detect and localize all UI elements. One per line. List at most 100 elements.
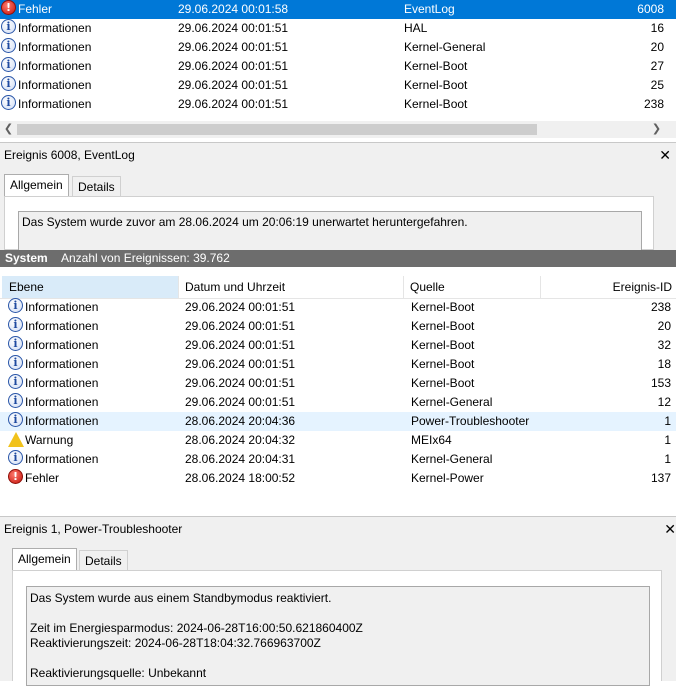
- event-id-cell: 12: [657, 395, 671, 409]
- info-icon: i: [1, 57, 16, 72]
- level-cell: Warnung: [25, 433, 74, 447]
- date-cell: 29.06.2024 00:01:51: [178, 59, 289, 73]
- scroll-left-icon[interactable]: ❮: [0, 121, 17, 138]
- description-line: Zeit im Energiesparmodus: 2024-06-28T16:…: [30, 621, 363, 635]
- table-row[interactable]: ! Warnung 28.06.2024 20:04:32 MEIx64 1: [0, 431, 676, 450]
- column-header-quelle[interactable]: Quelle: [404, 276, 541, 298]
- info-icon: i: [8, 450, 23, 465]
- table-row[interactable]: i Informationen 28.06.2024 20:04:36 Power-T…: [0, 412, 676, 431]
- date-cell: 28.06.2024 20:04:36: [185, 414, 296, 428]
- table-row[interactable]: i Informationen 29.06.2024 00:01:51 Kernel-…: [0, 95, 676, 114]
- date-cell: 29.06.2024 00:01:51: [185, 395, 296, 409]
- level-cell: Fehler: [25, 471, 60, 485]
- source-cell: Power-Troubleshooter: [411, 414, 530, 428]
- table-row[interactable]: i Informationen 29.06.2024 00:01:51 Kernel-…: [0, 393, 676, 412]
- date-cell: 29.06.2024 00:01:51: [178, 21, 289, 35]
- level-cell: Informationen: [25, 338, 99, 352]
- event-id-cell: 32: [657, 338, 671, 352]
- date-cell: 29.06.2024 00:01:51: [185, 338, 296, 352]
- warning-icon: !: [8, 432, 24, 447]
- level-cell: Fehler: [18, 2, 53, 16]
- main-event-list[interactable]: i Informationen 29.06.2024 00:01:51 Kernel-…: [0, 298, 676, 498]
- event-id-cell: 1: [664, 433, 671, 447]
- date-cell: 29.06.2024 00:01:51: [185, 319, 296, 333]
- table-row[interactable]: i Informationen 29.06.2024 00:01:51 Kernel-…: [0, 374, 676, 393]
- info-icon: i: [8, 393, 23, 408]
- tab-details[interactable]: Details: [72, 176, 121, 196]
- source-cell: Kernel-Boot: [411, 376, 475, 390]
- source-cell: Kernel-Boot: [404, 97, 468, 111]
- info-icon: i: [1, 19, 16, 34]
- log-name: System: [5, 251, 48, 265]
- date-cell: 29.06.2024 00:01:51: [185, 376, 296, 390]
- info-icon: i: [1, 76, 16, 91]
- detail-panel-header: Ereignis 1, Power-Troubleshooter ✕: [0, 516, 676, 541]
- date-cell: 29.06.2024 00:01:51: [178, 40, 289, 54]
- table-row[interactable]: i Informationen 29.06.2024 00:01:51 Kernel-…: [0, 38, 676, 57]
- source-cell: HAL: [404, 21, 428, 35]
- error-icon: !: [1, 0, 16, 15]
- scrollbar-thumb[interactable]: [17, 124, 537, 135]
- system-header-bar: System Anzahl von Ereignissen: 39.762: [0, 250, 676, 267]
- event-count: Anzahl von Ereignissen: 39.762: [61, 251, 230, 265]
- table-row[interactable]: i Informationen 29.06.2024 00:01:51 Kernel-…: [0, 57, 676, 76]
- level-cell: Informationen: [18, 59, 92, 73]
- table-row[interactable]: i Informationen 28.06.2024 20:04:31 Kernel-…: [0, 450, 676, 469]
- event-id-cell: 238: [643, 97, 664, 111]
- info-icon: i: [8, 317, 23, 332]
- table-row[interactable]: i Informationen 29.06.2024 00:01:51 Kernel-…: [0, 298, 676, 317]
- bottom-detail-panel: Ereignis 1, Power-Troubleshooter ✕ Allge…: [0, 516, 676, 686]
- level-cell: Informationen: [18, 21, 92, 35]
- column-header-datum[interactable]: Datum und Uhrzeit: [179, 276, 404, 298]
- event-id-cell: 238: [650, 300, 671, 314]
- info-icon: i: [8, 412, 23, 427]
- date-cell: 29.06.2024 00:01:51: [178, 78, 289, 92]
- source-cell: Kernel-Boot: [404, 78, 468, 92]
- date-cell: 28.06.2024 18:00:52: [185, 471, 296, 485]
- table-row[interactable]: i Informationen 29.06.2024 00:01:51 Kernel-…: [0, 355, 676, 374]
- source-cell: Kernel-General: [411, 395, 493, 409]
- info-icon: i: [8, 298, 23, 313]
- tab-details[interactable]: Details: [79, 550, 128, 570]
- level-cell: Informationen: [18, 78, 92, 92]
- source-cell: MEIx64: [411, 433, 452, 447]
- detail-panel-header: Ereignis 6008, EventLog ✕: [0, 142, 676, 167]
- tab-allgemein[interactable]: Allgemein: [4, 174, 69, 196]
- column-header-ebene[interactable]: Ebene: [2, 276, 179, 298]
- scroll-right-icon[interactable]: ❯: [648, 121, 665, 138]
- top-event-list[interactable]: ! Fehler 29.06.2024 00:01:58 EventLog 6008 i I…: [0, 0, 676, 121]
- level-cell: Informationen: [25, 395, 99, 409]
- source-cell: Kernel-Boot: [411, 319, 475, 333]
- source-cell: Kernel-Boot: [411, 300, 475, 314]
- top-horizontal-scrollbar[interactable]: ❮ ❯: [0, 121, 676, 138]
- table-row[interactable]: i Informationen 29.06.2024 00:01:51 Kernel-…: [0, 317, 676, 336]
- event-id-cell: 20: [650, 40, 664, 54]
- source-cell: Kernel-General: [411, 452, 493, 466]
- description-line: Reaktivierungszeit: 2024-06-28T18:04:32.…: [30, 636, 321, 650]
- table-row[interactable]: i Informationen 29.06.2024 00:01:51 Kernel-…: [0, 76, 676, 95]
- table-row[interactable]: ! Fehler 29.06.2024 00:01:58 EventLog 6008: [0, 0, 676, 19]
- info-icon: i: [8, 374, 23, 389]
- tab-allgemein[interactable]: Allgemein: [12, 548, 77, 570]
- level-cell: Informationen: [25, 357, 99, 371]
- level-cell: Informationen: [25, 319, 99, 333]
- event-id-cell: 25: [650, 78, 664, 92]
- info-icon: i: [8, 336, 23, 351]
- event-id-cell: 1: [664, 414, 671, 428]
- description-line: [30, 606, 646, 621]
- event-id-cell: 153: [650, 376, 671, 390]
- table-row[interactable]: ! Fehler 28.06.2024 18:00:52 Kernel-Power 13…: [0, 469, 676, 488]
- event-description[interactable]: Das System wurde zuvor am 28.06.2024 um …: [18, 211, 642, 251]
- column-header-ereignis-id[interactable]: Ereignis-ID: [541, 276, 676, 298]
- event-description[interactable]: Das System wurde aus einem Standbymodus …: [26, 586, 650, 686]
- level-cell: Informationen: [25, 452, 99, 466]
- close-icon[interactable]: ✕: [659, 143, 671, 167]
- level-cell: Informationen: [25, 414, 99, 428]
- close-icon[interactable]: ✕: [664, 517, 676, 541]
- top-detail-panel: Ereignis 6008, EventLog ✕ Allgemein Deta…: [0, 142, 676, 251]
- table-row[interactable]: i Informationen 29.06.2024 00:01:51 Kernel-…: [0, 336, 676, 355]
- source-cell: Kernel-Boot: [411, 357, 475, 371]
- tab-content: Das System wurde zuvor am 28.06.2024 um …: [4, 196, 654, 251]
- table-row[interactable]: i Informationen 29.06.2024 00:01:51 HAL 16: [0, 19, 676, 38]
- description-line: Reaktivierungsquelle: Unbekannt: [30, 666, 207, 680]
